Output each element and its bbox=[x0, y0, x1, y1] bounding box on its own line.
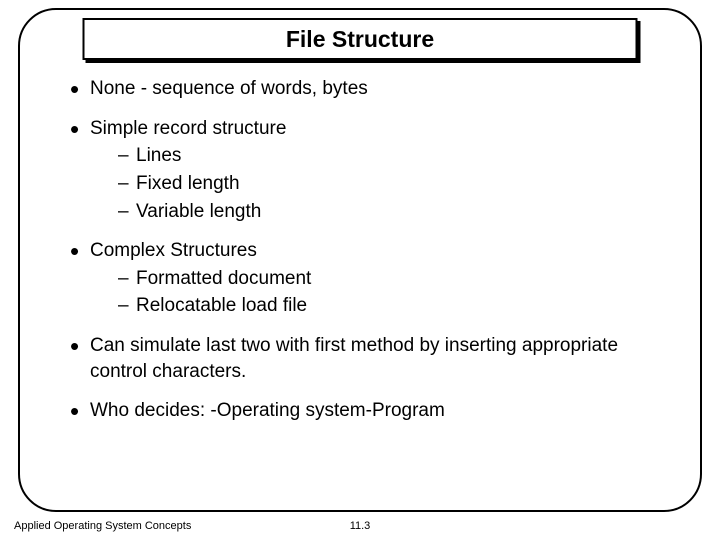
bullet-simple-label: Simple record structure bbox=[90, 118, 286, 139]
sub-fixed: Fixed length bbox=[118, 171, 660, 197]
sub-lines: Lines bbox=[118, 143, 660, 169]
bullet-decides: Who decides: -Operating system-Program bbox=[70, 398, 660, 424]
title-box: File Structure bbox=[83, 18, 638, 60]
footer-page-number: 11.3 bbox=[350, 520, 371, 532]
sub-list-complex: Formatted document Relocatable load file bbox=[90, 266, 660, 319]
sub-list-simple: Lines Fixed length Variable length bbox=[90, 143, 660, 224]
bullet-simple: Simple record structure Lines Fixed leng… bbox=[70, 116, 660, 225]
slide-title: File Structure bbox=[83, 18, 638, 60]
footer-left: Applied Operating System Concepts bbox=[14, 520, 191, 532]
sub-relocatable: Relocatable load file bbox=[118, 293, 660, 319]
bullet-none: None - sequence of words, bytes bbox=[70, 76, 660, 102]
bullet-simulate: Can simulate last two with first method … bbox=[70, 333, 660, 384]
bullet-complex-label: Complex Structures bbox=[90, 240, 257, 261]
content-area: None - sequence of words, bytes Simple r… bbox=[70, 76, 660, 438]
bullet-complex: Complex Structures Formatted document Re… bbox=[70, 238, 660, 319]
sub-variable: Variable length bbox=[118, 199, 660, 225]
sub-formatted: Formatted document bbox=[118, 266, 660, 292]
